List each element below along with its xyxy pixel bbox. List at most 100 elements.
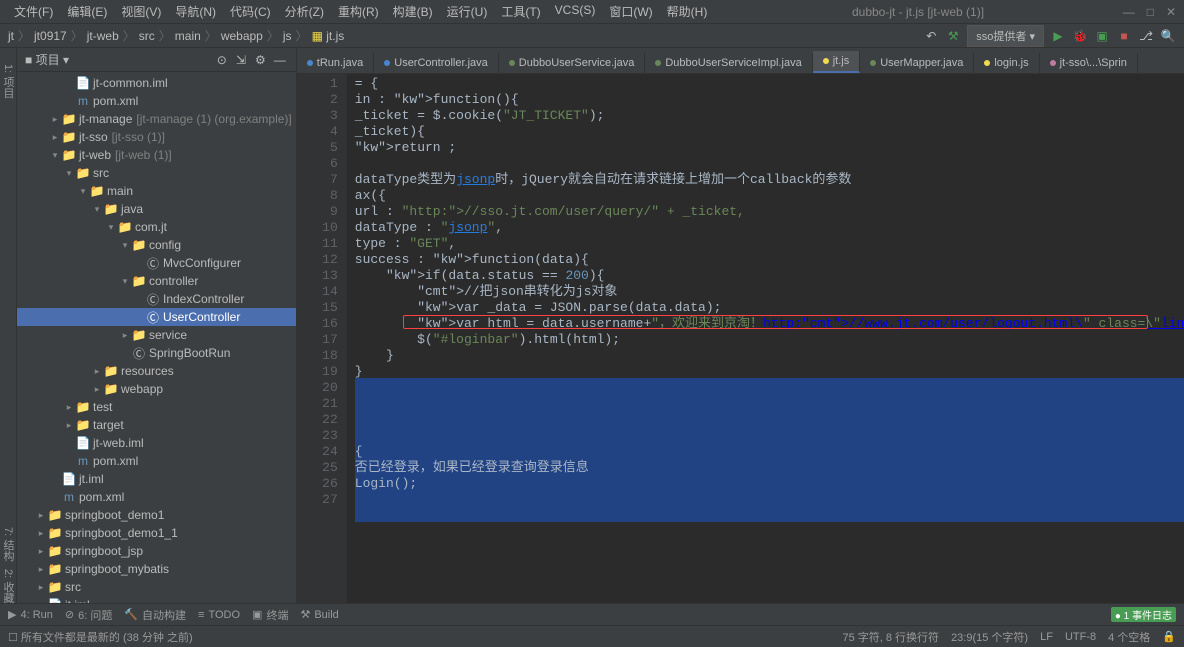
tree-row[interactable]: ▸📁jt-sso[jt-sso (1)]: [17, 128, 296, 146]
menu-item[interactable]: VCS(S): [549, 1, 602, 22]
collapse-icon[interactable]: ⊙: [214, 52, 230, 68]
editor-tab[interactable]: DubboUserService.java: [499, 53, 646, 73]
editor-tab[interactable]: jt-sso\...\Sprin: [1040, 53, 1138, 73]
git-icon[interactable]: ⎇: [1138, 28, 1154, 44]
code-line[interactable]: }: [355, 348, 1184, 364]
code-line[interactable]: ax({: [355, 188, 1184, 204]
menu-item[interactable]: 视图(V): [115, 1, 167, 22]
menu-item[interactable]: 分析(Z): [279, 1, 330, 22]
breadcrumb-item[interactable]: src: [139, 29, 155, 43]
editor-tab[interactable]: login.js: [974, 53, 1039, 73]
tree-row[interactable]: ▸📁jt-manage[jt-manage (1) (org.example)]: [17, 110, 296, 128]
autobuild-tool[interactable]: 🔨 自动构建: [124, 607, 186, 623]
run-tool[interactable]: ▶ 4: Run: [8, 608, 53, 621]
problems-tool[interactable]: ⊘ 6: 问题: [65, 607, 112, 623]
code-line[interactable]: [355, 396, 1184, 412]
status-indent[interactable]: 4 个空格: [1108, 629, 1150, 645]
editor-tab[interactable]: jt.js: [813, 51, 861, 73]
menu-item[interactable]: 工具(T): [495, 1, 546, 22]
tree-row[interactable]: ⒸUserController: [17, 308, 296, 326]
tree-row[interactable]: mpom.xml: [17, 488, 296, 506]
menu-item[interactable]: 编辑(E): [61, 1, 113, 22]
tree-row[interactable]: ▸📁resources: [17, 362, 296, 380]
project-tree[interactable]: 📄jt-common.iml mpom.xml ▸📁jt-manage[jt-man…: [17, 72, 296, 603]
code-line[interactable]: "kw">var _data = JSON.parse(data.data);: [355, 300, 1184, 316]
gear-icon[interactable]: ⚙: [252, 52, 268, 68]
structure-tool-tab[interactable]: 7: 结构: [0, 527, 16, 561]
tree-row[interactable]: ▸📁service: [17, 326, 296, 344]
editor-tab[interactable]: DubboUserServiceImpl.java: [645, 53, 812, 73]
tree-row[interactable]: 📄jt.iml: [17, 470, 296, 488]
menu-item[interactable]: 窗口(W): [603, 1, 658, 22]
code-content[interactable]: = {in : "kw">function(){_ticket = $.cook…: [347, 74, 1184, 603]
menu-item[interactable]: 文件(F): [8, 1, 59, 22]
maximize-icon[interactable]: □: [1147, 5, 1154, 19]
menu-item[interactable]: 代码(C): [224, 1, 277, 22]
tree-row[interactable]: 📄jt-common.iml: [17, 74, 296, 92]
tree-row[interactable]: 📄jt.iml: [17, 596, 296, 603]
tree-row[interactable]: ▸📁src: [17, 578, 296, 596]
code-line[interactable]: _ticket){: [355, 124, 1184, 140]
code-line[interactable]: in : "kw">function(){: [355, 92, 1184, 108]
tree-row[interactable]: ▾📁src: [17, 164, 296, 182]
breadcrumb-item[interactable]: ▦ jt.js: [312, 29, 345, 43]
tree-row[interactable]: ▸📁springboot_mybatis: [17, 560, 296, 578]
breadcrumb-item[interactable]: js: [283, 29, 292, 43]
code-line[interactable]: [355, 428, 1184, 444]
debug-icon[interactable]: 🐞: [1072, 28, 1088, 44]
tree-row[interactable]: ▸📁springboot_demo1: [17, 506, 296, 524]
run-icon[interactable]: ▶: [1050, 28, 1066, 44]
menu-item[interactable]: 构建(B): [387, 1, 439, 22]
breadcrumb-item[interactable]: jt: [8, 29, 14, 43]
code-line[interactable]: dataType类型为jsonp时，jQuery就会自动在请求链接上增加一个ca…: [355, 172, 1184, 188]
editor-body[interactable]: 1234567891011121314151617181920212223242…: [297, 74, 1184, 603]
code-line[interactable]: dataType : "jsonp",: [355, 220, 1184, 236]
hide-icon[interactable]: —: [272, 52, 288, 68]
coverage-icon[interactable]: ▣: [1094, 28, 1110, 44]
breadcrumb-item[interactable]: webapp: [221, 29, 263, 43]
stop-icon[interactable]: ■: [1116, 28, 1132, 44]
code-line[interactable]: {: [355, 444, 1184, 460]
lock-icon[interactable]: 🔒: [1162, 630, 1176, 643]
tree-row[interactable]: ⒸSpringBootRun: [17, 344, 296, 362]
tree-row[interactable]: ▸📁springboot_demo1_1: [17, 524, 296, 542]
todo-tool[interactable]: ≡ TODO: [198, 609, 240, 621]
tree-row[interactable]: ▸📁springboot_jsp: [17, 542, 296, 560]
tree-row[interactable]: ▾📁main: [17, 182, 296, 200]
code-line[interactable]: _ticket = $.cookie("JT_TICKET");: [355, 108, 1184, 124]
breadcrumb-item[interactable]: jt-web: [87, 29, 119, 43]
tree-row[interactable]: ▾📁java: [17, 200, 296, 218]
tree-row[interactable]: ▸📁webapp: [17, 380, 296, 398]
code-line[interactable]: Login();: [355, 476, 1184, 492]
code-line[interactable]: $("#loginbar").html(html);: [355, 332, 1184, 348]
code-line[interactable]: = {: [355, 76, 1184, 92]
code-line[interactable]: [355, 380, 1184, 396]
code-line[interactable]: }: [355, 364, 1184, 380]
menu-item[interactable]: 导航(N): [169, 1, 222, 22]
tree-row[interactable]: ⒸMvcConfigurer: [17, 254, 296, 272]
tree-row[interactable]: ▾📁config: [17, 236, 296, 254]
code-line[interactable]: success : "kw">function(data){: [355, 252, 1184, 268]
tree-row[interactable]: mpom.xml: [17, 452, 296, 470]
tree-row[interactable]: ▾📁controller: [17, 272, 296, 290]
tree-row[interactable]: ▸📁test: [17, 398, 296, 416]
code-line[interactable]: type : "GET",: [355, 236, 1184, 252]
tree-row[interactable]: ▾📁com.jt: [17, 218, 296, 236]
code-line[interactable]: "cmt">//把json串转化为js对象: [355, 284, 1184, 300]
hammer-icon[interactable]: ⚒: [945, 28, 961, 44]
tree-row[interactable]: ▾📁jt-web[jt-web (1)]: [17, 146, 296, 164]
build-tool[interactable]: ⚒ Build: [300, 608, 338, 621]
menu-item[interactable]: 帮助(H): [661, 1, 714, 22]
favorites-tool-tab[interactable]: 2: 收藏: [0, 569, 16, 603]
tree-row[interactable]: ⒸIndexController: [17, 290, 296, 308]
code-line[interactable]: 否已经登录，如果已经登录查询登录信息: [355, 460, 1184, 476]
breadcrumb-item[interactable]: main: [175, 29, 201, 43]
run-config-dropdown[interactable]: sso提供者 ▾: [967, 25, 1044, 47]
code-line[interactable]: [355, 492, 1184, 508]
expand-icon[interactable]: ⇲: [233, 52, 249, 68]
editor-tab[interactable]: tRun.java: [297, 53, 374, 73]
close-icon[interactable]: ✕: [1166, 5, 1176, 19]
breadcrumb-item[interactable]: jt0917: [34, 29, 67, 43]
tree-row[interactable]: ▸📁target: [17, 416, 296, 434]
editor-tab[interactable]: UserController.java: [374, 53, 499, 73]
